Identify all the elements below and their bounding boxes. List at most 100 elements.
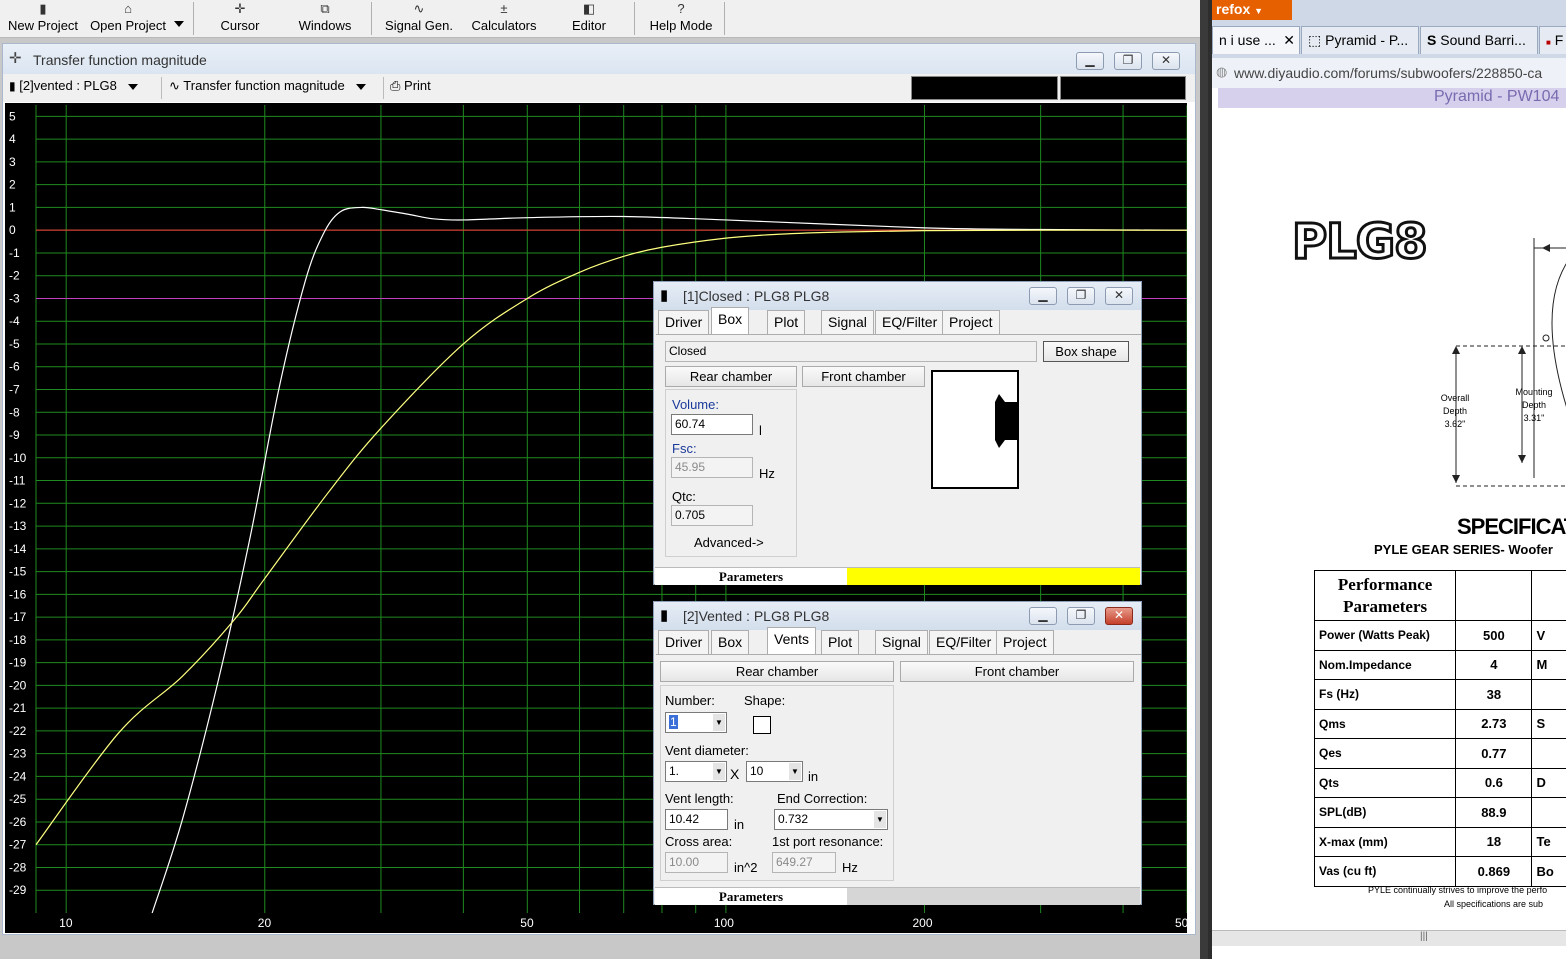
browser-tab-1-label: n i use ... xyxy=(1219,32,1276,48)
printer-icon: ⎙ xyxy=(390,78,401,93)
signal-gen-icon: ∿ xyxy=(413,1,425,16)
scroll-grip-icon[interactable]: ||| xyxy=(1420,931,1428,942)
vented-minimize-button[interactable]: ▁ xyxy=(1029,607,1057,625)
close-tab-icon[interactable]: ✕ xyxy=(1283,27,1295,53)
tab-box[interactable]: Box xyxy=(711,307,750,335)
tab-signal[interactable]: Signal xyxy=(875,630,928,654)
tab-project[interactable]: Project xyxy=(996,630,1054,654)
table-header-cell xyxy=(1531,570,1566,621)
tab-eq-filter[interactable]: EQ/Filter xyxy=(929,630,999,654)
close-icon: ✕ xyxy=(1160,53,1172,67)
front-chamber-button[interactable]: Front chamber xyxy=(900,661,1134,682)
vented-close-button[interactable]: ✕ xyxy=(1105,607,1133,625)
close-icon: ✕ xyxy=(1113,608,1125,622)
windows-button[interactable]: ⧉ Windows xyxy=(292,0,358,37)
tab-vents[interactable]: Vents xyxy=(767,627,817,655)
tab-driver[interactable]: Driver xyxy=(658,310,710,334)
closed-minimize-button[interactable]: ▁ xyxy=(1029,287,1057,305)
x-tick-label: 10 xyxy=(59,916,73,930)
open-project-button[interactable]: ⌂ Open Project xyxy=(86,0,170,37)
calculators-icon: ± xyxy=(500,1,508,16)
print-button[interactable]: ⎙ Print xyxy=(390,78,450,98)
chevron-down-icon: ▼ xyxy=(874,811,886,828)
tab-driver[interactable]: Driver xyxy=(658,630,710,654)
tf-minimize-button[interactable]: ▁ xyxy=(1076,52,1104,70)
y-tick-label: -8 xyxy=(9,405,20,419)
tab-box[interactable]: Box xyxy=(711,630,750,654)
cursor-label: Cursor xyxy=(220,18,260,33)
y-tick-label: -4 xyxy=(9,314,20,328)
volume-input[interactable]: 60.74 xyxy=(671,414,753,435)
spec-value-cell: 4 xyxy=(1455,649,1533,680)
table-header-row: Performance Parameters xyxy=(1313,570,1566,621)
graph-select[interactable]: ∿ Transfer function magnitude xyxy=(169,78,379,98)
closed-tab-panel: Closed Box shape Rear chamber Front cham… xyxy=(656,334,1141,566)
editor-button[interactable]: ◧ Editor xyxy=(562,0,616,37)
closed-status-label: Parameters xyxy=(718,569,784,584)
y-tick-label: -11 xyxy=(9,474,26,488)
restore-icon: ❐ xyxy=(1075,608,1087,622)
pdf-viewer: Pyramid - PW104 PLG8 Overall Depth 3.62"… xyxy=(1212,88,1566,930)
vent-length-input[interactable]: 10.42 xyxy=(665,809,728,830)
firefox-menu-button[interactable]: refox ▼ xyxy=(1212,0,1292,20)
number-select[interactable]: 1 ▼ xyxy=(665,712,727,733)
restore-icon: ❐ xyxy=(1075,288,1087,302)
tf-subtoolbar: ▮ [2]vented : PLG8 ∿ Transfer function m… xyxy=(3,74,1195,102)
spec-extra-cell: S xyxy=(1531,708,1566,739)
new-project-button[interactable]: ▮ New Project xyxy=(4,0,82,37)
tab-signal[interactable]: Signal xyxy=(821,310,874,334)
page-icon: ⬚ xyxy=(1308,32,1322,48)
browser-tab-1[interactable]: n i use ... ✕ xyxy=(1212,26,1300,54)
open-project-dropdown-icon[interactable] xyxy=(174,15,184,30)
tab-plot[interactable]: Plot xyxy=(821,630,860,654)
rear-chamber-button[interactable]: Rear chamber xyxy=(665,366,797,387)
calculators-button[interactable]: ± Calculators xyxy=(466,0,542,37)
help-mode-button[interactable]: ? Help Mode xyxy=(643,0,719,37)
fsc-unit: Hz xyxy=(759,466,775,481)
port-resonance-field: 649.27 xyxy=(772,852,836,873)
vent-shape-square-icon[interactable] xyxy=(753,716,771,734)
end-correction-select[interactable]: 0.732 ▼ xyxy=(774,809,888,830)
tab-plot[interactable]: Plot xyxy=(767,310,806,334)
advanced-button[interactable]: Advanced-> xyxy=(694,535,764,550)
firefox-window: refox ▼ n i use ... ✕ ⬚ Pyramid - P... S… xyxy=(1208,0,1566,959)
table-header-cell xyxy=(1455,570,1533,621)
url-text[interactable]: www.diyaudio.com/forums/subwoofers/22885… xyxy=(1234,65,1542,81)
spec-param-cell: Qms xyxy=(1313,708,1457,739)
url-bar[interactable]: ◍ www.diyaudio.com/forums/subwoofers/228… xyxy=(1212,58,1566,88)
vented-dialog-titlebar[interactable]: ▮ [2]Vented : PLG8 PLG8 ▁ ❐ ✕ xyxy=(654,602,1141,630)
tab-eq-filter[interactable]: EQ/Filter xyxy=(875,310,945,334)
browser-tab-2[interactable]: ⬚ Pyramid - P... xyxy=(1301,26,1419,54)
spec-heading: SPECIFICAT xyxy=(1457,514,1566,539)
vented-status-indicator xyxy=(847,888,1140,905)
horizontal-scrollbar[interactable]: ||| xyxy=(1212,930,1566,946)
tf-titlebar[interactable]: ✛ Transfer function magnitude ▁ ❐ ✕ xyxy=(3,44,1195,74)
spec-param-cell: Qts xyxy=(1313,767,1457,798)
cursor-icon: ✛ xyxy=(234,1,246,16)
shape-label: Shape: xyxy=(744,693,786,708)
vent-diameter-select[interactable]: 1. ▼ xyxy=(665,761,727,782)
vent-diameter-2-select[interactable]: 10 ▼ xyxy=(746,761,803,782)
spec-value-cell: 18 xyxy=(1455,826,1533,857)
browser-tab-3[interactable]: S Sound Barri... xyxy=(1420,26,1538,54)
open-folder-icon: ⌂ xyxy=(124,1,132,16)
graph-select-value: Transfer function magnitude xyxy=(183,78,345,93)
signal-gen-button[interactable]: ∿ Signal Gen. xyxy=(381,0,457,37)
project-select[interactable]: ▮ [2]vented : PLG8 xyxy=(9,78,155,98)
vented-maximize-button[interactable]: ❐ xyxy=(1067,607,1095,625)
tf-close-button[interactable]: ✕ xyxy=(1152,52,1180,70)
tab-project[interactable]: Project xyxy=(942,310,1000,334)
closed-dialog-titlebar[interactable]: ▮ [1]Closed : PLG8 PLG8 ▁ ❐ ✕ xyxy=(654,282,1141,310)
rear-chamber-button[interactable]: Rear chamber xyxy=(660,661,894,682)
spec-param-cell: SPL(dB) xyxy=(1313,797,1457,828)
closed-status-indicator xyxy=(847,568,1140,585)
cursor-button[interactable]: ✛ Cursor xyxy=(210,0,270,37)
closed-close-button[interactable]: ✕ xyxy=(1105,287,1133,305)
vented-box-dialog: ▮ [2]Vented : PLG8 PLG8 ▁ ❐ ✕ Driver Box… xyxy=(653,601,1142,905)
front-chamber-button[interactable]: Front chamber xyxy=(802,366,925,387)
closed-maximize-button[interactable]: ❐ xyxy=(1067,287,1095,305)
browser-tab-4[interactable]: ■ F xyxy=(1539,26,1566,54)
tf-maximize-button[interactable]: ❐ xyxy=(1114,52,1142,70)
y-tick-label: -10 xyxy=(9,451,27,465)
box-shape-button[interactable]: Box shape xyxy=(1043,341,1129,362)
